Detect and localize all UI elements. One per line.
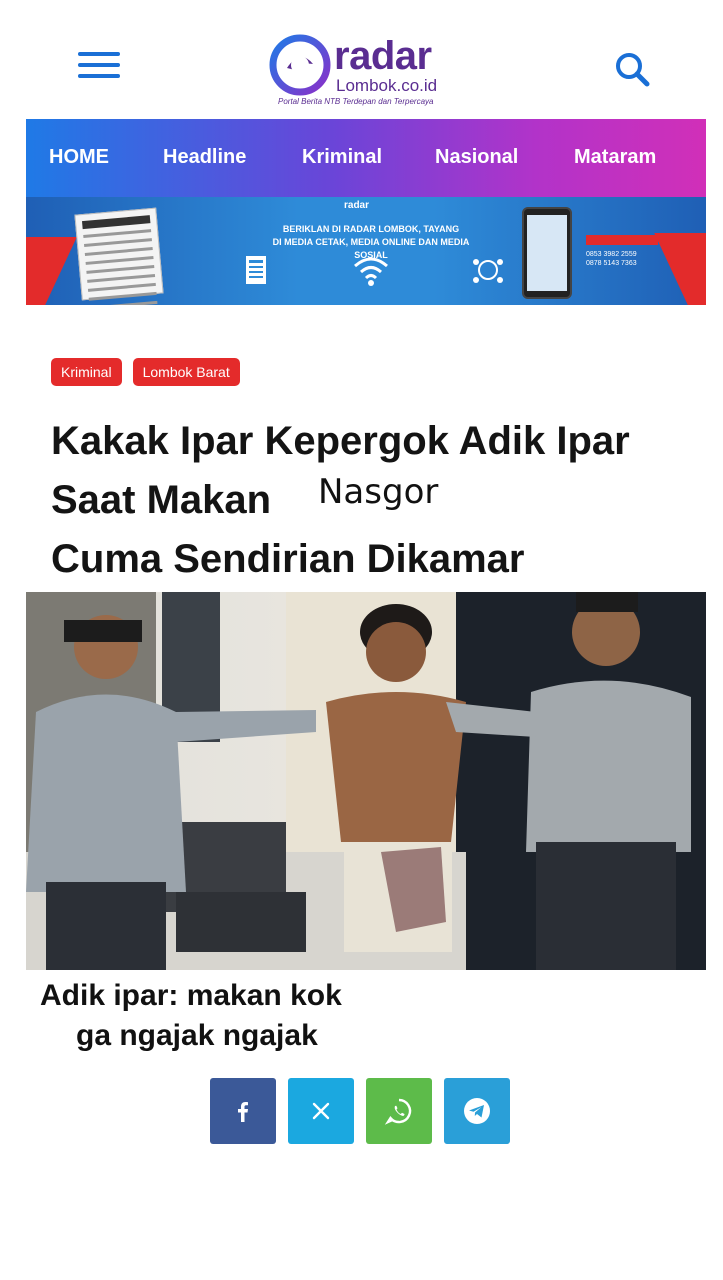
title-line-3: Cuma Sendirian Dikamar bbox=[51, 537, 525, 581]
hamburger-menu-icon[interactable] bbox=[78, 52, 120, 86]
meme-caption: Adik ipar: makan kok ga ngajak ngajak bbox=[40, 976, 342, 1056]
nav-item-mataram[interactable]: Mataram bbox=[574, 146, 656, 169]
nav-item-home[interactable]: HOME bbox=[49, 146, 109, 169]
site-logo[interactable]: radar Lombok.co.id Portal Berita NTB Ter… bbox=[266, 30, 466, 110]
ad-banner[interactable]: radar BERIKLAN DI RADAR LOMBOK, TAYANG D… bbox=[26, 197, 706, 305]
telegram-icon bbox=[464, 1098, 490, 1124]
handwritten-overlay-text: Nasgor bbox=[318, 472, 439, 512]
ad-stripe-left bbox=[26, 237, 77, 305]
phone-image bbox=[522, 207, 572, 299]
ad-text-line1: BERIKLAN DI RADAR LOMBOK, TAYANG bbox=[282, 224, 460, 234]
site-header: radar Lombok.co.id Portal Berita NTB Ter… bbox=[0, 0, 723, 118]
ad-stripe-right bbox=[654, 233, 706, 305]
wifi-icon bbox=[354, 257, 388, 286]
article-tags: Kriminal Lombok Barat bbox=[51, 358, 240, 386]
caption-line-2: ga ngajak ngajak bbox=[76, 1019, 318, 1052]
tag-kriminal[interactable]: Kriminal bbox=[51, 358, 122, 386]
ad-phone2: 0878 5143 7363 bbox=[586, 260, 637, 267]
share-x-button[interactable] bbox=[288, 1078, 354, 1144]
logo-mark-icon bbox=[269, 34, 331, 96]
main-nav: HOME Headline Kriminal Nasional Mataram bbox=[26, 119, 706, 197]
share-facebook-button[interactable] bbox=[210, 1078, 276, 1144]
logo-name: radar bbox=[334, 34, 432, 78]
share-buttons bbox=[210, 1078, 510, 1144]
ad-contact-label bbox=[586, 217, 658, 223]
ad-contact-badge bbox=[586, 235, 658, 245]
ad-icons bbox=[236, 252, 506, 297]
ad-contact: 0853 3982 2559 0878 5143 7363 bbox=[586, 217, 658, 269]
search-icon[interactable] bbox=[613, 50, 653, 90]
newspaper-image bbox=[74, 207, 164, 305]
share-telegram-button[interactable] bbox=[444, 1078, 510, 1144]
nav-item-nasional[interactable]: Nasional bbox=[435, 146, 518, 169]
ad-logo: radar bbox=[344, 200, 370, 211]
tag-lombok-barat[interactable]: Lombok Barat bbox=[132, 358, 240, 386]
print-media-icon bbox=[246, 256, 266, 284]
title-line-1: Kakak Ipar Kepergok Adik Ipar bbox=[51, 419, 630, 463]
nav-item-headline[interactable]: Headline bbox=[163, 146, 246, 169]
share-whatsapp-button[interactable] bbox=[366, 1078, 432, 1144]
caption-line-1: Adik ipar: makan kok bbox=[40, 979, 342, 1012]
article-photo bbox=[26, 592, 706, 970]
ad-phone1: 0853 3982 2559 bbox=[586, 251, 637, 258]
site-tagline: Portal Berita NTB Terdepan dan Terpercay… bbox=[278, 97, 434, 106]
logo-domain: Lombok.co.id bbox=[336, 76, 438, 95]
photo-illustration bbox=[26, 592, 706, 970]
x-twitter-icon bbox=[312, 1102, 330, 1120]
social-media-icon bbox=[473, 259, 503, 283]
whatsapp-icon bbox=[384, 1098, 412, 1125]
facebook-icon bbox=[238, 1102, 248, 1122]
nav-item-kriminal[interactable]: Kriminal bbox=[302, 146, 382, 169]
